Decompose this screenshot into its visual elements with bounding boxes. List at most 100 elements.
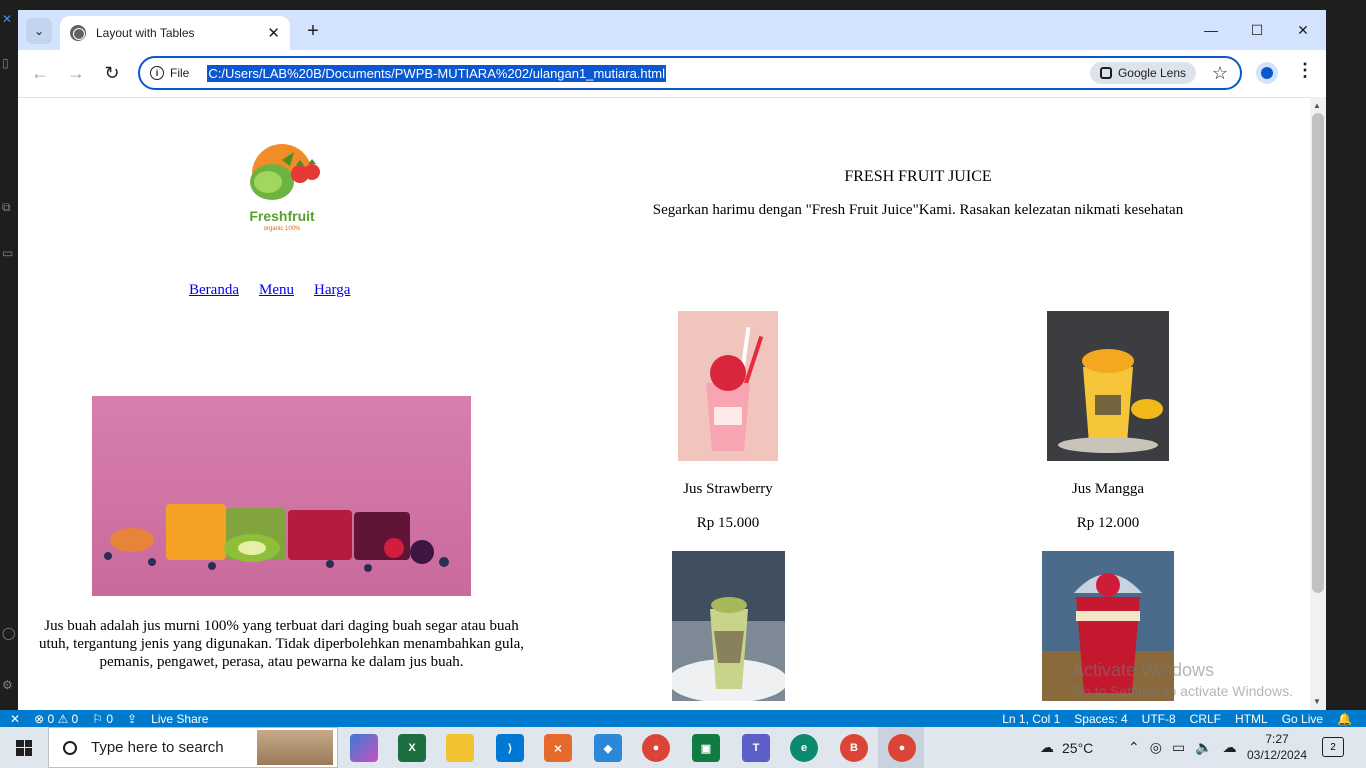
temperature: 25°C: [1062, 739, 1094, 756]
tab-strip: ⌄ Layout with Tables ✕ + — ☐ ✕: [18, 10, 1326, 50]
clock[interactable]: 7:27 03/12/2024: [1244, 731, 1310, 763]
page-nav: Beranda Menu Harga: [189, 282, 350, 299]
chrome-icon[interactable]: ●: [642, 734, 670, 762]
bookmark-star-icon[interactable]: ☆: [1212, 63, 1228, 84]
freshfruit-logo: Freshfruit organic 100%: [249, 144, 320, 232]
maximize-button[interactable]: ☐: [1234, 10, 1280, 50]
share-icon[interactable]: ⇪: [127, 712, 137, 726]
ports-indicator[interactable]: ⚐ 0: [92, 712, 113, 726]
about-paragraph: Jus buah adalah jus murni 100% yang terb…: [38, 618, 525, 670]
scrollbar-thumb[interactable]: [1312, 113, 1324, 593]
page-viewport: Freshfruit organic 100% FRESH FRUIT JUIC…: [18, 97, 1310, 710]
chrome-window: ⌄ Layout with Tables ✕ + — ☐ ✕ ← → ↻ i F…: [18, 10, 1326, 710]
logo-subtext: organic 100%: [264, 226, 301, 232]
extensions-icon[interactable]: ⧉: [2, 200, 16, 214]
tab-active[interactable]: Layout with Tables ✕: [60, 16, 290, 50]
settings-icon[interactable]: ⚙: [2, 678, 16, 692]
camera-icon[interactable]: ◎: [1150, 739, 1162, 756]
file-explorer-icon[interactable]: [446, 734, 474, 762]
product-price-mango: Rp 12.000: [1076, 515, 1140, 531]
network-icon[interactable]: ▭: [1172, 739, 1185, 756]
forward-button[interactable]: →: [64, 61, 88, 85]
virtualbox-icon[interactable]: ◆: [594, 734, 622, 762]
profile-icon: [1261, 67, 1273, 79]
chevron-up-icon[interactable]: ⌃: [1128, 739, 1140, 756]
google-lens-button[interactable]: Google Lens: [1089, 62, 1196, 84]
file-label: File: [170, 66, 190, 80]
search-icon: [63, 740, 77, 755]
tab-title: Layout with Tables: [96, 26, 195, 40]
indentation[interactable]: Spaces: 4: [1074, 712, 1127, 726]
new-tab-button[interactable]: +: [300, 18, 326, 44]
url-text[interactable]: C:/Users/LAB%20B/Documents/PWPB-MUTIARA%…: [207, 64, 666, 82]
vscode-close-icon[interactable]: ✕: [2, 12, 16, 26]
line-ending[interactable]: CRLF: [1190, 712, 1221, 726]
minimize-button[interactable]: —: [1188, 10, 1234, 50]
site-info-icon[interactable]: i: [150, 66, 164, 80]
cursor-position[interactable]: Ln 1, Col 1: [1002, 712, 1060, 726]
search-placeholder: Type here to search: [91, 739, 224, 756]
chrome-profile-icon[interactable]: B: [840, 734, 868, 762]
juice-hero-image: [92, 396, 471, 596]
language-mode[interactable]: HTML: [1235, 712, 1268, 726]
system-tray: ⌃ ◎ ▭ 🔈 ☁: [1128, 727, 1237, 768]
address-bar[interactable]: i File C:/Users/LAB%20B/Documents/PWPB-M…: [138, 56, 1242, 90]
teams-icon[interactable]: T: [742, 734, 770, 762]
globe-icon: [70, 25, 86, 41]
reload-button[interactable]: ↻: [100, 61, 124, 85]
remote-indicator-icon[interactable]: ✕: [10, 712, 20, 726]
notifications-bell-icon[interactable]: 🔔: [1337, 712, 1352, 726]
logo-text: Freshfruit: [249, 208, 315, 224]
close-window-button[interactable]: ✕: [1280, 10, 1326, 50]
green-app-icon[interactable]: ▣: [692, 734, 720, 762]
lens-label: Google Lens: [1117, 66, 1186, 80]
nav-link-harga[interactable]: Harga: [314, 282, 350, 299]
nav-link-menu[interactable]: Menu: [259, 282, 294, 299]
go-live-button[interactable]: Go Live: [1282, 712, 1323, 726]
notification-center-button[interactable]: 2: [1322, 737, 1344, 757]
watermark-title: Activate Windows: [1072, 660, 1215, 680]
page-scrollbar[interactable]: ▲ ▼: [1310, 97, 1326, 710]
chrome-active-icon[interactable]: ●: [888, 734, 916, 762]
time: 7:27: [1265, 732, 1289, 746]
problems-indicator[interactable]: ⊗ 0 ⚠ 0: [34, 712, 78, 726]
strawberry-juice-image: [678, 311, 778, 461]
back-button[interactable]: ←: [28, 61, 52, 85]
date: 03/12/2024: [1246, 748, 1308, 762]
cloud-icon: ☁: [1040, 739, 1054, 755]
onedrive-icon[interactable]: ☁: [1223, 739, 1237, 756]
lens-icon: [1099, 67, 1112, 79]
vscode-statusbar: ✕ ⊗ 0 ⚠ 0 ⚐ 0 ⇪ Live Share Ln 1, Col 1 S…: [0, 710, 1366, 727]
account-icon[interactable]: ◯: [2, 626, 16, 640]
scroll-down-icon[interactable]: ▼: [1313, 697, 1321, 706]
watermark-subtitle: Go to Settings to activate Windows.: [1072, 683, 1293, 699]
activate-windows-watermark: Activate Windows Go to Settings to activ…: [1072, 660, 1293, 699]
search-highlight-image: [257, 730, 333, 765]
vscode-icon[interactable]: ⟩: [496, 734, 524, 762]
taskbar-search[interactable]: Type here to search: [48, 727, 338, 768]
product-price-strawberry: Rp 15.000: [696, 515, 760, 531]
edge-icon[interactable]: e: [790, 734, 818, 762]
scroll-up-icon[interactable]: ▲: [1313, 101, 1321, 110]
weather-widget[interactable]: ☁ 25°C: [1040, 727, 1093, 768]
vscode-minimap: [1326, 0, 1366, 710]
copilot-icon[interactable]: [350, 734, 378, 762]
vscode-activity-bar: ✕ ▯ ⧉ ▭ ◯ ⚙: [0, 0, 18, 710]
live-share-button[interactable]: Live Share: [151, 712, 208, 726]
volume-icon[interactable]: 🔈: [1195, 739, 1212, 756]
remote-icon[interactable]: ▭: [2, 246, 16, 260]
vscode-titlebar: [18, 0, 1326, 10]
explorer-icon[interactable]: ▯: [2, 56, 16, 70]
start-button[interactable]: [0, 727, 48, 768]
mango-juice-image: [1047, 311, 1169, 461]
tab-close-icon[interactable]: ✕: [267, 24, 280, 42]
encoding[interactable]: UTF-8: [1142, 712, 1176, 726]
avocado-juice-image: [672, 551, 785, 701]
excel-icon[interactable]: X: [398, 734, 426, 762]
tab-search-button[interactable]: ⌄: [26, 18, 52, 44]
nav-link-beranda[interactable]: Beranda: [189, 282, 239, 299]
xampp-icon[interactable]: ⨯: [544, 734, 572, 762]
chrome-menu-button[interactable]: ⋮: [1296, 60, 1314, 81]
profile-avatar[interactable]: [1256, 62, 1278, 84]
windows-taskbar: Type here to search X ⟩ ⨯ ◆ ● ▣ T e B ● …: [0, 727, 1366, 768]
